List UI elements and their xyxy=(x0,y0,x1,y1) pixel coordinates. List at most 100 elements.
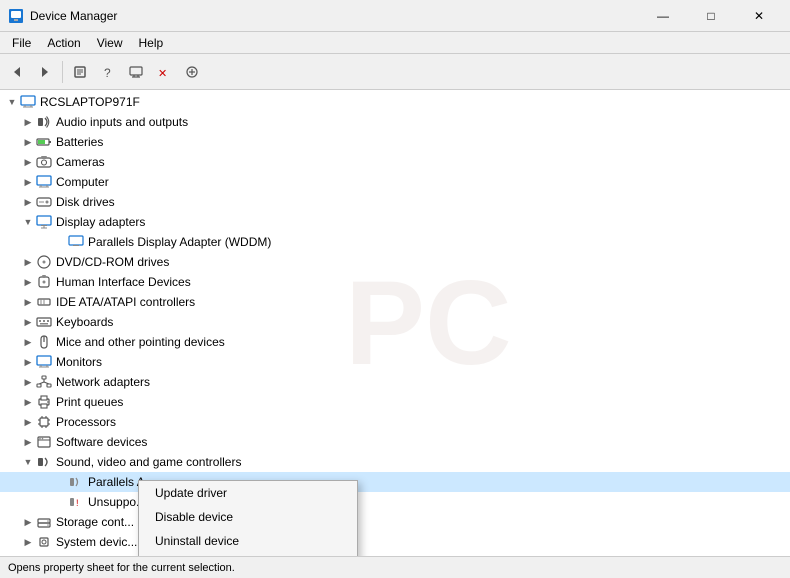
tree-item-print[interactable]: ▶ Print queues xyxy=(0,392,790,412)
processors-expand-icon: ▶ xyxy=(20,414,36,430)
back-button[interactable] xyxy=(4,59,30,85)
context-uninstall-device[interactable]: Uninstall device xyxy=(139,529,357,553)
tree-item-mice[interactable]: ▶ Mice and other pointing devices xyxy=(0,332,790,352)
svg-text:!: ! xyxy=(76,498,79,508)
software-label: Software devices xyxy=(56,435,147,449)
cameras-expand-icon: ▶ xyxy=(20,154,36,170)
context-scan-hardware[interactable]: Scan for hardware changes xyxy=(139,553,357,556)
system-expand-icon: ▶ xyxy=(20,534,36,550)
tree-item-dvd[interactable]: ▶ DVD/CD-ROM drives xyxy=(0,252,790,272)
forward-button[interactable] xyxy=(32,59,58,85)
hid-icon xyxy=(36,274,52,290)
disk-expand-icon: ▶ xyxy=(20,194,36,210)
keyboards-label: Keyboards xyxy=(56,315,113,329)
dvd-expand-icon: ▶ xyxy=(20,254,36,270)
tree-item-storage[interactable]: ▶ Storage cont... xyxy=(0,512,790,532)
processors-label: Processors xyxy=(56,415,116,429)
sound-icon xyxy=(36,454,52,470)
svg-text:?: ? xyxy=(104,66,111,79)
print-expand-icon: ▶ xyxy=(20,394,36,410)
tree-item-ide[interactable]: ▶ IDE ATA/ATAPI controllers xyxy=(0,292,790,312)
title-bar-controls: — □ ✕ xyxy=(640,1,782,31)
tree-item-hid[interactable]: ▶ Human Interface Devices xyxy=(0,272,790,292)
title-bar-left: Device Manager xyxy=(8,8,117,24)
tree-root[interactable]: ▼ RCSLAPTOP971F xyxy=(0,92,790,112)
disk-icon xyxy=(36,194,52,210)
tree-item-processors[interactable]: ▶ Processors xyxy=(0,412,790,432)
scan-button[interactable]: ✕ xyxy=(151,59,177,85)
tree-item-software[interactable]: ▶ Software devices xyxy=(0,432,790,452)
ide-label: IDE ATA/ATAPI controllers xyxy=(56,295,195,309)
menu-view[interactable]: View xyxy=(89,32,131,54)
menu-action[interactable]: Action xyxy=(39,32,88,54)
display-icon xyxy=(36,214,52,230)
software-expand-icon: ▶ xyxy=(20,434,36,450)
audio-label: Audio inputs and outputs xyxy=(56,115,188,129)
help-button[interactable]: ? xyxy=(95,59,121,85)
cameras-label: Cameras xyxy=(56,155,105,169)
usb-icon xyxy=(36,554,52,556)
unsupported-icon: ! xyxy=(68,494,84,510)
storage-label: Storage cont... xyxy=(56,515,134,529)
tree-item-computer[interactable]: ▶ Computer xyxy=(0,172,790,192)
close-button[interactable]: ✕ xyxy=(736,1,782,31)
mouse-icon xyxy=(36,334,52,350)
tree-item-system[interactable]: ▶ System devic... xyxy=(0,532,790,552)
batteries-label: Batteries xyxy=(56,135,103,149)
keyboards-expand-icon: ▶ xyxy=(20,314,36,330)
tree-item-usb[interactable]: ▼ Universal Ser... xyxy=(0,552,790,556)
ide-expand-icon: ▶ xyxy=(20,294,36,310)
system-label: System devic... xyxy=(56,535,137,549)
batteries-expand-icon: ▶ xyxy=(20,134,36,150)
display-adapter-icon xyxy=(68,234,84,250)
context-menu: Update driver Disable device Uninstall d… xyxy=(138,480,358,556)
network-expand-icon: ▶ xyxy=(20,374,36,390)
print-label: Print queues xyxy=(56,395,123,409)
window-title: Device Manager xyxy=(30,9,117,23)
sound-device-icon xyxy=(68,474,84,490)
mice-expand-icon: ▶ xyxy=(20,334,36,350)
tree-item-disk[interactable]: ▶ Disk drives xyxy=(0,192,790,212)
tree-item-audio[interactable]: ▶ Audio inputs and outputs xyxy=(0,112,790,132)
tree-item-cameras[interactable]: ▶ Cameras xyxy=(0,152,790,172)
maximize-button[interactable]: □ xyxy=(688,1,734,31)
usb-label: Universal Ser... xyxy=(56,555,137,556)
display-label: Display adapters xyxy=(56,215,145,229)
toolbar: ? ✕ xyxy=(0,54,790,90)
minimize-button[interactable]: — xyxy=(640,1,686,31)
update-driver-label: Update driver xyxy=(155,486,227,500)
toolbar-separator-1 xyxy=(62,61,63,83)
software-icon xyxy=(36,434,52,450)
monitors-label: Monitors xyxy=(56,355,102,369)
computer-label: Computer xyxy=(56,175,109,189)
menu-bar: File Action View Help xyxy=(0,32,790,54)
tree-item-parallels-audio[interactable]: ▶ Parallels A... xyxy=(0,472,790,492)
dvd-label: DVD/CD-ROM drives xyxy=(56,255,169,269)
tree-item-display[interactable]: ▼ Display adapters xyxy=(0,212,790,232)
tree-item-sound[interactable]: ▼ Sound, video and game controllers xyxy=(0,452,790,472)
tree-item-monitors[interactable]: ▶ Monitors xyxy=(0,352,790,372)
menu-help[interactable]: Help xyxy=(131,32,172,54)
properties-button[interactable] xyxy=(67,59,93,85)
forward-icon xyxy=(38,65,52,79)
menu-file[interactable]: File xyxy=(4,32,39,54)
sound-label: Sound, video and game controllers xyxy=(56,455,241,469)
disable-device-label: Disable device xyxy=(155,510,233,524)
tree-item-network[interactable]: ▶ Network adapters xyxy=(0,372,790,392)
add-button[interactable] xyxy=(179,59,205,85)
scan-icon: ✕ xyxy=(157,65,171,79)
storage-expand-icon: ▶ xyxy=(20,514,36,530)
parallels-display-label: Parallels Display Adapter (WDDM) xyxy=(88,235,271,249)
uninstall-device-label: Uninstall device xyxy=(155,534,239,548)
context-update-driver[interactable]: Update driver xyxy=(139,481,357,505)
tree-item-parallels-display[interactable]: ▶ Parallels Display Adapter (WDDM) xyxy=(0,232,790,252)
display-expand-icon: ▼ xyxy=(20,214,36,230)
tree-item-unsupported[interactable]: ▶ ! Unsuppo... xyxy=(0,492,790,512)
context-disable-device[interactable]: Disable device xyxy=(139,505,357,529)
computer2-icon xyxy=(36,174,52,190)
sound-expand-icon: ▼ xyxy=(20,454,36,470)
tree-item-batteries[interactable]: ▶ Batteries xyxy=(0,132,790,152)
properties-icon xyxy=(73,65,87,79)
devmgr-button[interactable] xyxy=(123,59,149,85)
tree-item-keyboards[interactable]: ▶ Keyboards xyxy=(0,312,790,332)
